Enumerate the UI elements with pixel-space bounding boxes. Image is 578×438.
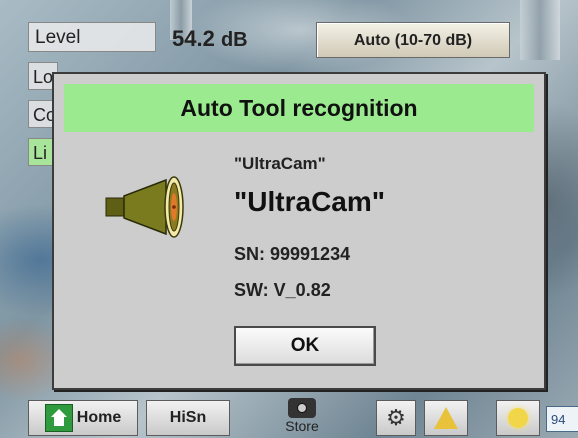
- background-pipe: [520, 0, 560, 60]
- hisn-button[interactable]: HiSn: [146, 400, 230, 436]
- home-icon: [44, 404, 73, 432]
- store-button[interactable]: Store: [270, 398, 334, 438]
- warning-button[interactable]: [424, 400, 468, 436]
- light-button[interactable]: [496, 400, 540, 436]
- store-label: Store: [285, 418, 319, 434]
- serial-number: SN: 99991234: [234, 244, 351, 264]
- range-button[interactable]: Auto (10-70 dB): [316, 22, 510, 58]
- settings-button[interactable]: ⚙: [376, 400, 416, 436]
- light-icon: [508, 408, 528, 428]
- ok-button[interactable]: OK: [234, 326, 376, 366]
- tool-name-small: "UltraCam": [234, 154, 326, 173]
- level-readout: 54.2 dB: [172, 26, 248, 52]
- home-button[interactable]: Home: [28, 400, 138, 436]
- camera-icon: [288, 398, 316, 418]
- level-label: Level: [28, 22, 156, 52]
- warning-icon: [434, 407, 458, 429]
- tool-name-large: "UltraCam": [234, 186, 386, 217]
- level-unit: dB: [220, 29, 248, 51]
- home-label: Home: [76, 409, 122, 426]
- ultrasonic-sensor-icon: [105, 176, 184, 238]
- tool-recognition-dialog: Auto Tool recognition "UltraCam" "UltraC…: [52, 72, 546, 390]
- counter-box[interactable]: 94: [546, 406, 578, 432]
- level-value: 54.2: [172, 26, 215, 51]
- bottom-toolbar: Home HiSn Store ⚙ 94: [0, 398, 578, 438]
- dialog-title: Auto Tool recognition: [64, 84, 534, 132]
- software-version: SW: V_0.82: [234, 280, 331, 300]
- gear-icon: ⚙: [386, 405, 406, 430]
